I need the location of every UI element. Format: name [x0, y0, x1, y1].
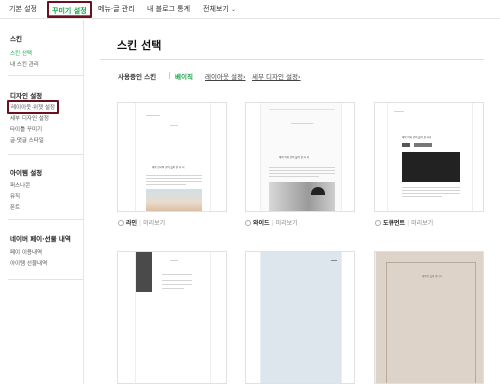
- thumb-line: [146, 175, 202, 176]
- tab-basic-settings[interactable]: 기본 설정: [9, 4, 37, 14]
- sidebar-divider: [8, 154, 84, 155]
- thumb-line: [162, 274, 192, 275]
- sidebar-item-personacon[interactable]: 퍼스나콘: [10, 181, 30, 189]
- skin-caption-wide: 와이드 | 미리보기: [245, 218, 298, 227]
- skin-thumbnail: 제목이 들어 갑니다: [375, 252, 483, 383]
- thumb-line: [269, 170, 335, 171]
- detail-design-link[interactable]: 세부 디자인 설정›: [252, 71, 301, 81]
- tab-blog-stats[interactable]: 내 블로그 통계: [147, 4, 190, 14]
- thumb-lamp-shade: [311, 187, 325, 195]
- thumb-sidebar-dark: [136, 252, 152, 292]
- thumb-line: [402, 196, 442, 197]
- page-title: 스킨 선택: [117, 39, 162, 52]
- thumb-photo: [146, 189, 202, 211]
- thumb-line: [331, 260, 337, 261]
- thumb-line: [269, 109, 335, 110]
- filter-basic[interactable]: 베이직: [175, 71, 193, 81]
- tab-view-all[interactable]: 전체보기 ⌄: [203, 4, 236, 14]
- thumb-line: [269, 176, 319, 177]
- skin-name: 도큐먼트: [383, 220, 406, 227]
- skin-card[interactable]: 제목이 들어 갑니다: [374, 251, 484, 384]
- skin-card-wide[interactable]: 제목 이하 글이 들어 갈 자 리: [245, 102, 355, 212]
- skin-thumbnail: 제목 이하 글이 들어 갈 자 리: [260, 103, 342, 211]
- sidebar-item-pay-history[interactable]: 페이 이용내역: [10, 248, 42, 256]
- skin-card[interactable]: [117, 251, 227, 384]
- layout-settings-link[interactable]: 레이아웃 설정›: [205, 71, 246, 81]
- skin-card-line[interactable]: 제목 한국어 글이 들어 갈 자 리: [117, 102, 227, 212]
- sidebar-item-layout-widget[interactable]: 레이아웃·위젯 설정: [7, 100, 59, 114]
- sidebar-item-detail-design[interactable]: 세부 디자인 설정: [10, 114, 49, 122]
- thumb-line: [402, 187, 460, 188]
- thumb-frame: [386, 262, 476, 383]
- skin-caption-document: 도큐먼트 | 미리보기: [375, 218, 433, 227]
- tab-menu-post-management[interactable]: 메뉴·글 관리: [98, 4, 135, 14]
- thumb-line: [402, 193, 460, 194]
- filter-current-skin[interactable]: 사용중인 스킨: [118, 71, 156, 81]
- thumb-line: [162, 280, 192, 281]
- thumb-line: [170, 125, 178, 126]
- sidebar-divider: [8, 219, 84, 220]
- skin-card-document[interactable]: 제목 이하 글이 들어 갈 자리: [374, 102, 484, 212]
- thumb-block: [402, 143, 410, 147]
- caption-separator: |: [407, 220, 410, 227]
- thumb-post-title: 제목이 들어 갑니다: [422, 275, 442, 278]
- skin-radio-line[interactable]: [118, 220, 124, 226]
- caption-separator: |: [139, 220, 142, 227]
- sidebar-divider: [8, 75, 84, 76]
- sidebar-item-post-comment-style[interactable]: 글·댓글 스타일: [10, 136, 44, 144]
- thumb-line: [146, 115, 160, 116]
- thumb-post-title: 제목 이하 글이 들어 갈 자 리: [279, 156, 310, 159]
- tab-view-all-label: 전체보기: [203, 5, 229, 13]
- thumb-line: [269, 167, 335, 168]
- filter-separator: [169, 72, 170, 79]
- detail-design-link-label: 세부 디자인 설정: [252, 73, 298, 81]
- sidebar-item-skin-select[interactable]: 스킨 선택: [10, 49, 32, 57]
- thumb-line: [402, 190, 460, 191]
- preview-link[interactable]: 미리보기: [276, 220, 298, 227]
- top-navigation: 기본 설정 꾸미기 설정 메뉴·글 관리 내 블로그 통계 전체보기 ⌄: [0, 0, 500, 19]
- thumb-line: [394, 111, 404, 112]
- tab-decorate-settings[interactable]: 꾸미기 설정: [47, 1, 92, 18]
- thumb-line: [291, 123, 313, 124]
- thumb-line: [162, 284, 192, 285]
- sidebar: 스킨 스킨 선택 내 스킨 관리 디자인 설정 레이아웃·위젯 설정 세부 디자…: [0, 20, 84, 384]
- thumb-line: [269, 173, 335, 174]
- skin-name: 와이드: [253, 220, 270, 227]
- skin-card[interactable]: [245, 251, 355, 384]
- thumb-block: [414, 143, 432, 147]
- skin-radio-wide[interactable]: [245, 220, 251, 226]
- skin-thumbnail: [135, 252, 211, 383]
- sidebar-item-my-skins[interactable]: 내 스킨 관리: [10, 60, 39, 68]
- sidebar-item-font[interactable]: 폰트: [10, 203, 20, 211]
- sidebar-item-title-decorate[interactable]: 타이틀 꾸미기: [10, 125, 42, 133]
- thumb-line: [162, 288, 184, 289]
- sidebar-section-naverpay: 네이버 페이·선물 내역: [10, 235, 71, 243]
- skin-name: 라인: [126, 220, 138, 227]
- preview-link[interactable]: 미리보기: [411, 220, 433, 227]
- sidebar-section-design: 디자인 설정: [10, 92, 43, 100]
- layout-settings-link-label: 레이아웃 설정: [205, 73, 243, 81]
- thumb-line: [170, 260, 178, 261]
- chevron-down-icon: ⌄: [231, 6, 237, 13]
- thumb-line: [146, 181, 202, 182]
- sidebar-section-skin: 스킨: [10, 35, 22, 43]
- skin-radio-document[interactable]: [375, 220, 381, 226]
- thumb-post-title: 제목 한국어 글이 들어 갈 자 리: [152, 166, 185, 169]
- sidebar-section-items: 아이템 설정: [10, 169, 43, 177]
- thumb-photo-lamp: [269, 182, 335, 211]
- thumb-line: [146, 178, 202, 179]
- thumb-line: [146, 184, 186, 185]
- caption-separator: |: [271, 220, 274, 227]
- skin-caption-line: 라인 | 미리보기: [118, 218, 165, 227]
- thumb-post-title: 제목 이하 글이 들어 갈 자리: [402, 136, 432, 139]
- preview-link[interactable]: 미리보기: [143, 220, 165, 227]
- sidebar-divider: [8, 279, 84, 280]
- skin-thumbnail: 제목 한국어 글이 들어 갈 자 리: [135, 103, 211, 211]
- thumb-photo-dark: [402, 152, 460, 182]
- sidebar-item-music[interactable]: 뮤직: [10, 192, 20, 200]
- skin-thumbnail: [260, 252, 342, 383]
- sidebar-item-gift-history[interactable]: 아이템 선물내역: [10, 259, 47, 267]
- skin-thumbnail: 제목 이하 글이 들어 갈 자리: [387, 103, 473, 211]
- title-divider: [100, 59, 484, 60]
